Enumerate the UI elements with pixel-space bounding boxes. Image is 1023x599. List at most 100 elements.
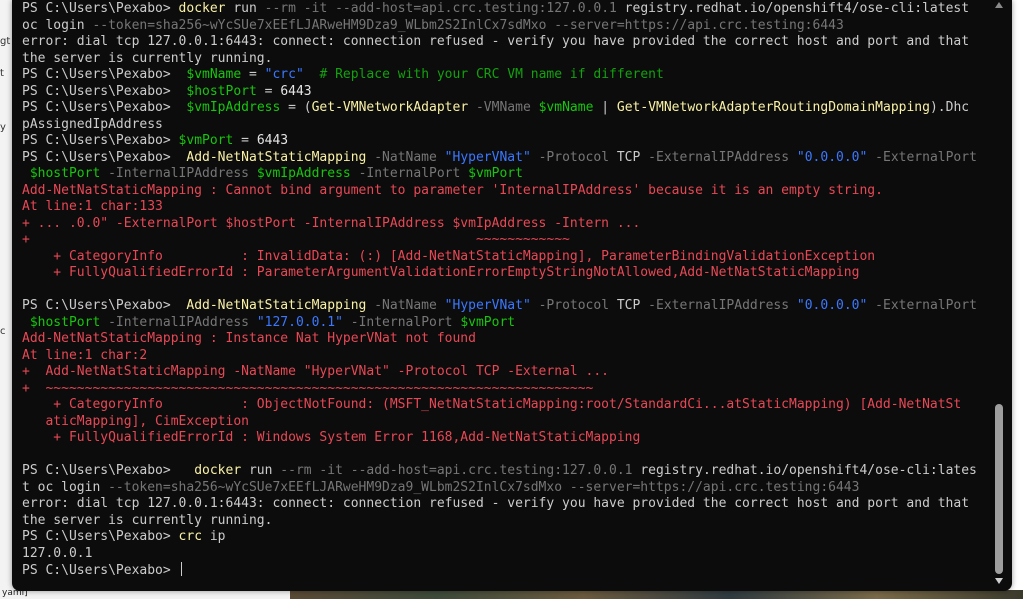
terminal-text-segment: =	[241, 67, 265, 82]
terminal-line: the server is currently running.	[22, 513, 984, 530]
terminal-line: PS C:\Users\Pexabo> $vmName = "crc" # Re…	[22, 67, 984, 84]
terminal-text-segment: --token=sha256~wYcSUe7xEEfLJARweHM9Dza9_…	[92, 17, 844, 33]
terminal-text-segment: $vmName	[538, 100, 594, 115]
terminal-text-segment: --rm -it --add-host=api.crc.testing:127.…	[264, 1, 617, 16]
terminal-text-segment: -InternalIPAddress	[100, 166, 257, 181]
terminal-text-segment: ).Dhc	[929, 100, 970, 115]
terminal-line: $hostPort -InternalIPAddress "127.0.0.1"…	[22, 315, 984, 332]
terminal-text-segment: Get-VMNetworkAdapterRoutingDomainMapping	[616, 100, 930, 115]
terminal-text-segment: + CategoryInfo : ObjectNotFound: (MSFT_N…	[22, 397, 962, 412]
powershell-terminal-window[interactable]: PS C:\Users\Pexabo> docker run --rm -it …	[12, 0, 1012, 591]
terminal-text-segment: $vmName	[186, 67, 242, 82]
terminal-line: pAssignedIpAddress	[22, 117, 984, 134]
terminal-text-segment: registry.redhat.io/openshift4/ose-cli:la…	[616, 1, 970, 16]
terminal-text-segment: -NatName	[366, 149, 445, 165]
terminal-text-segment: PS C:\Users\Pexabo>	[22, 83, 187, 99]
terminal-text-segment: aticMapping], CimException	[22, 413, 249, 429]
terminal-text-segment: "HyperVNat"	[444, 149, 531, 165]
terminal-line: At line:1 char:2	[22, 348, 984, 365]
terminal-line: PS C:\Users\Pexabo> crc ip	[22, 529, 984, 546]
terminal-text-segment: $hostPort	[29, 166, 101, 181]
terminal-line: PS C:\Users\Pexabo>	[22, 562, 984, 579]
terminal-text-segment: + Add-NetNatStaticMapping -NatName "Hype…	[22, 364, 609, 379]
terminal-text-segment: -NatName	[366, 298, 445, 313]
terminal-text-segment: + FullyQualifiedErrorId : Windows System…	[22, 430, 641, 445]
terminal-line: + CategoryInfo : InvalidData: (:) [Add-N…	[22, 249, 984, 266]
terminal-text-segment: -ExternalPort	[867, 149, 977, 165]
terminal-text-segment: -ExternalIPAddress	[640, 149, 797, 165]
terminal-line: PS C:\Users\Pexabo> docker run --rm -it …	[22, 1, 984, 18]
terminal-line: PS C:\Users\Pexabo> Add-NetNatStaticMapp…	[22, 298, 984, 315]
terminal-text-segment: run	[241, 463, 281, 478]
terminal-text-segment: -VMName	[468, 100, 539, 115]
terminal-text-segment: PS C:\Users\Pexabo>	[22, 149, 187, 165]
terminal-text-segment: 127.0.0.1	[22, 545, 93, 561]
terminal-text-segment: $vmPort	[468, 166, 523, 181]
terminal-text-segment: --token=sha256~wYcSUe7xEEfLJARweHM9Dza9_…	[108, 479, 860, 495]
terminal-text-segment: $vmIpAddress	[186, 100, 281, 115]
terminal-line: aticMapping], CimException	[22, 414, 984, 431]
terminal-text-segment: crc	[178, 529, 203, 544]
terminal-text-segment: registry.redhat.io/openshift4/ose-cli:la…	[632, 463, 977, 478]
terminal-text-segment: + CategoryInfo : InvalidData: (:) [Add-N…	[22, 248, 876, 264]
terminal-text-segment: 6443	[280, 83, 312, 99]
terminal-text-segment: =	[256, 83, 281, 99]
terminal-text-segment: =	[233, 133, 257, 148]
wallpaper-image	[290, 590, 1023, 599]
terminal-text-segment: Add-NetNatStaticMapping : Cannot bind ar…	[22, 182, 883, 198]
terminal-line: oc login --token=sha256~wYcSUe7xEEfLJARw…	[22, 18, 984, 35]
scroll-up-arrow-icon[interactable]	[995, 2, 1003, 8]
terminal-line: Add-NetNatStaticMapping : Instance Nat H…	[22, 331, 984, 348]
terminal-line: PS C:\Users\Pexabo> $hostPort = 6443	[22, 84, 984, 101]
scroll-thumb[interactable]	[995, 404, 1003, 574]
terminal-text-segment: PS C:\Users\Pexabo>	[22, 298, 187, 313]
terminal-text-segment: docker	[178, 1, 226, 16]
terminal-text-segment: error: dial tcp 127.0.0.1:6443: connect:…	[22, 34, 970, 49]
terminal-text-segment: 6443	[256, 133, 289, 148]
terminal-line: PS C:\Users\Pexabo> $vmIpAddress = (Get-…	[22, 100, 984, 117]
terminal-line: + Add-NetNatStaticMapping -NatName "Hype…	[22, 364, 984, 381]
terminal-text-segment: Add-NetNatStaticMapping	[186, 298, 367, 313]
terminal-text-segment: $hostPort	[29, 314, 101, 330]
terminal-text-segment: $hostPort	[186, 83, 257, 99]
terminal-text-segment: At line:1 char:2	[22, 347, 148, 363]
terminal-line: PS C:\Users\Pexabo> $vmPort = 6443	[22, 133, 984, 150]
terminal-text-segment: the server is currently running.	[22, 512, 273, 528]
desktop-background: yaml]	[0, 590, 1023, 599]
terminal-text-segment: + ... .0.0" -ExternalPort $hostPort -Int…	[22, 215, 641, 231]
terminal-line: PS C:\Users\Pexabo> docker run --rm -it …	[22, 463, 984, 480]
terminal-text-segment: ip	[202, 529, 226, 544]
terminal-text-segment: "0.0.0.0"	[796, 298, 868, 313]
terminal-line: error: dial tcp 127.0.0.1:6443: connect:…	[22, 496, 984, 513]
terminal-text-segment: At line:1 char:133	[22, 199, 163, 214]
terminal-text-segment: PS C:\Users\Pexabo>	[22, 1, 179, 16]
terminal-text-segment: PS C:\Users\Pexabo>	[22, 563, 179, 578]
terminal-output[interactable]: PS C:\Users\Pexabo> docker run --rm -it …	[22, 1, 984, 579]
terminal-text-segment: $vmPort	[178, 133, 234, 148]
terminal-text-segment: Get-VMNetworkAdapter	[311, 100, 469, 115]
scroll-down-arrow-icon[interactable]	[995, 578, 1003, 584]
terminal-text-segment: = (	[280, 100, 312, 115]
vertical-scrollbar[interactable]	[992, 0, 1006, 591]
terminal-text-segment: # Replace with your CRC VM name if diffe…	[303, 67, 664, 82]
terminal-text-segment: error: dial tcp 127.0.0.1:6443: connect:…	[22, 496, 970, 511]
terminal-text-segment: |	[593, 100, 617, 115]
terminal-text-segment: Add-NetNatStaticMapping	[186, 149, 367, 165]
terminal-line: Add-NetNatStaticMapping : Cannot bind ar…	[22, 183, 984, 200]
terminal-text-segment: + ~~~~~~~~~~~~~~~~~~~~~~~~~~~~~~~~~~~~~~…	[22, 380, 594, 396]
side-text: t	[0, 68, 4, 79]
terminal-text-segment: docker	[194, 463, 242, 478]
terminal-line: t oc login --token=sha256~wYcSUe7xEEfLJA…	[22, 480, 984, 497]
terminal-line: + ~~~~~~~~~~~~	[22, 232, 984, 249]
terminal-text-segment: + FullyQualifiedErrorId : ParameterArgum…	[22, 265, 860, 280]
terminal-text-segment: run	[225, 1, 265, 16]
terminal-text-segment: PS C:\Users\Pexabo>	[22, 133, 179, 148]
terminal-text-segment: "0.0.0.0"	[796, 149, 868, 165]
terminal-text-segment: TCP	[616, 298, 641, 313]
terminal-text-segment: $vmIpAddress	[256, 166, 351, 181]
terminal-line: $hostPort -InternalIPAddress $vmIpAddres…	[22, 166, 984, 183]
terminal-text-segment: "HyperVNat"	[444, 298, 531, 313]
